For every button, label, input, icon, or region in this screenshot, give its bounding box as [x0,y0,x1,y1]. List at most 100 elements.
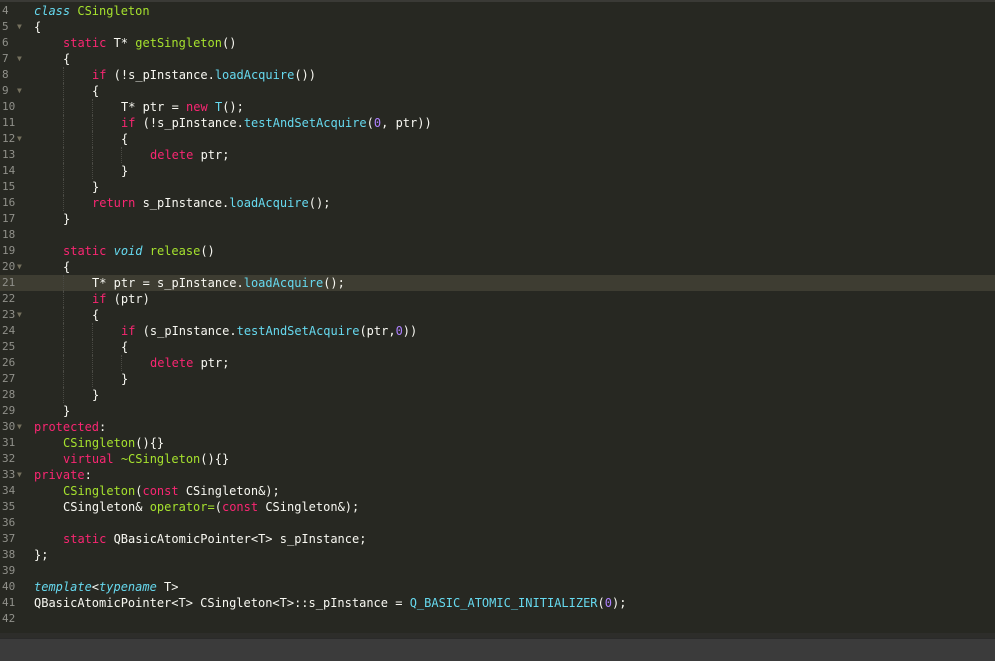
line-number[interactable]: 12 ▼ [0,131,30,147]
line-number[interactable]: 17 [0,211,30,227]
line-number[interactable]: 13 [0,147,30,163]
code-token: loadAcquire [214,68,295,82]
code-line[interactable]: T* ptr = new T(); [30,99,995,115]
code-line[interactable]: { [30,307,995,323]
line-number[interactable]: 32 [0,451,30,467]
code-line[interactable]: private: [30,467,995,483]
line-number[interactable]: 16 [0,195,30,211]
code-line[interactable]: { [30,51,995,67]
code-token: { [121,340,129,354]
line-number[interactable]: 19 [0,243,30,259]
code-line[interactable]: if (!s_pInstance.loadAcquire()) [30,67,995,83]
line-number[interactable]: 14 [0,163,30,179]
code-text-area[interactable]: class CSingleton{static T* getSingleton(… [30,3,995,633]
code-line[interactable]: } [30,179,995,195]
code-line[interactable]: delete ptr; [30,147,995,163]
code-line[interactable]: { [30,19,995,35]
code-line[interactable]: QBasicAtomicPointer<T> CSingleton<T>::s_… [30,595,995,611]
line-number[interactable]: 34 [0,483,30,499]
fold-arrow-icon[interactable]: ▼ [17,259,22,275]
line-number-text: 24 [2,324,16,337]
fold-arrow-icon[interactable]: ▼ [17,307,22,323]
code-line[interactable]: template<typename T> [30,579,995,595]
code-line[interactable]: } [30,211,995,227]
line-number[interactable]: 22 [0,291,30,307]
code-line[interactable]: return s_pInstance.loadAcquire(); [30,195,995,211]
code-line[interactable]: T* ptr = s_pInstance.loadAcquire(); [30,275,995,291]
code-line[interactable]: static T* getSingleton() [30,35,995,51]
line-number[interactable]: 30 ▼ [0,419,30,435]
line-number[interactable]: 38 [0,547,30,563]
fold-arrow-icon[interactable]: ▼ [17,83,22,99]
line-number[interactable]: 20 ▼ [0,259,30,275]
code-line[interactable]: static void release() [30,243,995,259]
line-number[interactable]: 4 [0,3,30,19]
code-line[interactable] [30,611,995,627]
line-number[interactable]: 8 [0,67,30,83]
line-number[interactable]: 7 ▼ [0,51,30,67]
code-editor[interactable]: 4 5 ▼ 6 7 ▼ 8 9 ▼ 10 11 12 ▼ 13 14 15 16 17 18 19 20 ▼ 21 22 23 ▼… [0,0,995,661]
fold-arrow-icon[interactable]: ▼ [17,131,22,147]
code-token: ()) [294,68,316,82]
code-line[interactable]: { [30,131,995,147]
line-number[interactable]: 23 ▼ [0,307,30,323]
code-line[interactable]: } [30,163,995,179]
code-line[interactable]: CSingleton(){} [30,435,995,451]
line-number[interactable]: 36 [0,515,30,531]
line-number[interactable]: 25 [0,339,30,355]
code-line[interactable]: virtual ~CSingleton(){} [30,451,995,467]
code-line[interactable]: if (!s_pInstance.testAndSetAcquire(0, pt… [30,115,995,131]
line-number[interactable]: 9 ▼ [0,83,30,99]
code-line[interactable]: CSingleton(const CSingleton&); [30,483,995,499]
indent-guide [92,147,93,163]
code-token: delete [150,148,194,162]
line-number[interactable]: 35 [0,499,30,515]
code-line[interactable]: } [30,387,995,403]
line-number[interactable]: 24 [0,323,30,339]
line-number[interactable]: 40 [0,579,30,595]
code-line[interactable]: if (s_pInstance.testAndSetAcquire(ptr,0)… [30,323,995,339]
line-number[interactable]: 39 [0,563,30,579]
line-number-text: 10 [2,100,16,113]
code-line[interactable]: delete ptr; [30,355,995,371]
code-line[interactable]: } [30,403,995,419]
line-number[interactable]: 26 [0,355,30,371]
line-number[interactable]: 11 [0,115,30,131]
fold-arrow-icon[interactable]: ▼ [17,467,22,483]
line-number[interactable]: 42 [0,611,30,627]
fold-arrow-icon[interactable]: ▼ [17,19,22,35]
line-number-text: 7 [2,52,9,65]
line-number[interactable]: 18 [0,227,30,243]
code-token: CSingleton& [63,500,150,514]
indent-guide [63,67,64,83]
code-line[interactable]: class CSingleton [30,3,995,19]
line-number[interactable]: 28 [0,387,30,403]
code-line[interactable]: { [30,339,995,355]
code-line[interactable]: }; [30,547,995,563]
line-number[interactable]: 5 ▼ [0,19,30,35]
line-number[interactable]: 37 [0,531,30,547]
line-number-gutter[interactable]: 4 5 ▼ 6 7 ▼ 8 9 ▼ 10 11 12 ▼ 13 14 15 16 17 18 19 20 ▼ 21 22 23 ▼… [0,3,30,633]
code-line[interactable]: } [30,371,995,387]
line-number[interactable]: 31 [0,435,30,451]
line-number[interactable]: 6 [0,35,30,51]
code-line[interactable] [30,515,995,531]
code-line[interactable] [30,563,995,579]
line-number[interactable]: 41 [0,595,30,611]
code-line[interactable]: { [30,83,995,99]
fold-arrow-icon[interactable]: ▼ [17,419,22,435]
code-line[interactable]: CSingleton& operator=(const CSingleton&)… [30,499,995,515]
line-number[interactable]: 27 [0,371,30,387]
code-line[interactable]: static QBasicAtomicPointer<T> s_pInstanc… [30,531,995,547]
line-number[interactable]: 29 [0,403,30,419]
code-line[interactable] [30,227,995,243]
line-number[interactable]: 21 [0,275,30,291]
code-line[interactable]: { [30,259,995,275]
line-number[interactable]: 15 [0,179,30,195]
line-number[interactable]: 33 ▼ [0,467,30,483]
line-number[interactable]: 10 [0,99,30,115]
code-line[interactable]: if (ptr) [30,291,995,307]
fold-arrow-icon[interactable]: ▼ [17,51,22,67]
code-line[interactable]: protected: [30,419,995,435]
code-token: ptr; [193,148,230,162]
